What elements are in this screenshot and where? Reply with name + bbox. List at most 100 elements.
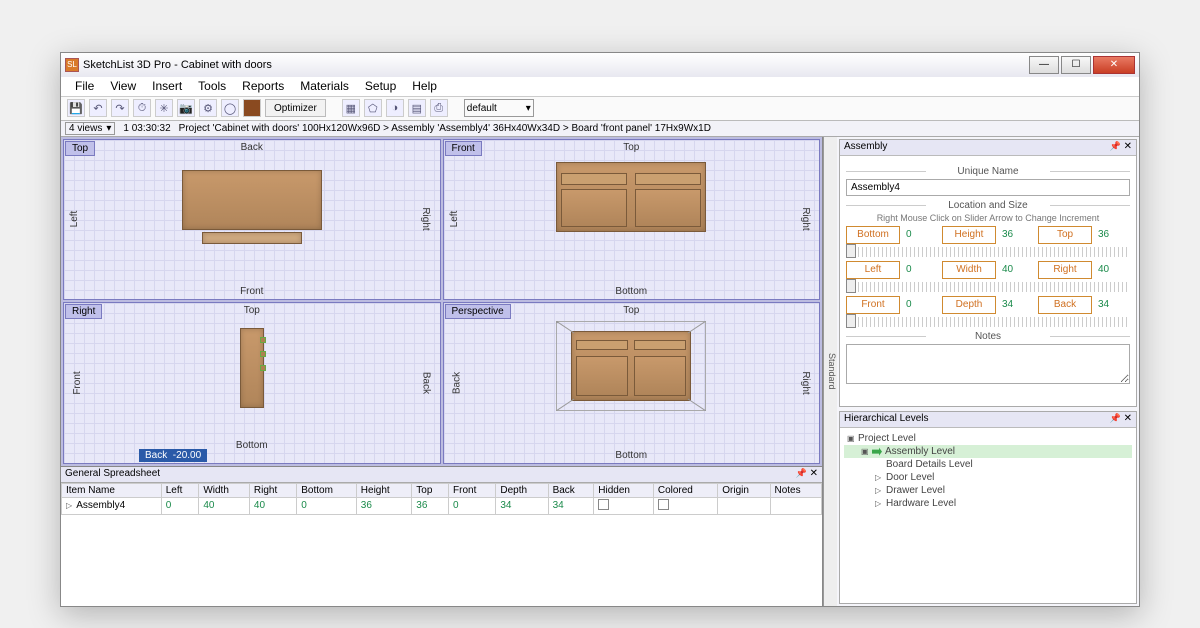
col-item-name[interactable]: Item Name bbox=[62, 483, 162, 497]
slider-hint: Right Mouse Click on Slider Arrow to Cha… bbox=[846, 213, 1130, 223]
tab-standard[interactable]: Standard bbox=[827, 141, 837, 602]
viewport-front[interactable]: Front Top Bottom Left Right bbox=[443, 139, 821, 301]
spreadsheet-title: General Spreadsheet bbox=[65, 468, 160, 481]
tree-item[interactable]: ▷Door Level bbox=[844, 471, 1132, 484]
dim-button[interactable]: Bottom bbox=[846, 226, 900, 244]
stopwatch-icon[interactable]: ⏱ bbox=[133, 99, 151, 117]
close-button[interactable]: ✕ bbox=[1093, 56, 1135, 74]
hier-panel-title: Hierarchical Levels bbox=[844, 413, 928, 426]
colored-checkbox[interactable] bbox=[658, 499, 669, 510]
tree-item[interactable]: ▷Drawer Level bbox=[844, 484, 1132, 497]
cylinder-icon[interactable]: ◑ bbox=[386, 99, 404, 117]
col-top[interactable]: Top bbox=[412, 483, 449, 497]
col-left[interactable]: Left bbox=[161, 483, 199, 497]
redo-icon[interactable]: ↷ bbox=[111, 99, 129, 117]
dim-button[interactable]: Back bbox=[1038, 296, 1092, 314]
axis-label-left: Front bbox=[72, 371, 83, 394]
menu-tools[interactable]: Tools bbox=[190, 77, 234, 95]
col-height[interactable]: Height bbox=[356, 483, 411, 497]
wood-icon[interactable] bbox=[243, 99, 261, 117]
cabinet-side-view bbox=[240, 328, 264, 408]
dim-value: 36 bbox=[1096, 229, 1130, 240]
col-depth[interactable]: Depth bbox=[496, 483, 548, 497]
axis-icon[interactable]: ✳ bbox=[155, 99, 173, 117]
axis-label-left: Back bbox=[451, 372, 462, 394]
col-bottom[interactable]: Bottom bbox=[297, 483, 357, 497]
hierarchy-tree[interactable]: ▣Project Level▣Assembly LevelBoard Detai… bbox=[840, 428, 1136, 514]
menu-insert[interactable]: Insert bbox=[144, 77, 190, 95]
unique-name-legend: Unique Name bbox=[846, 166, 1130, 177]
dim-slider[interactable] bbox=[846, 282, 1130, 292]
col-front[interactable]: Front bbox=[449, 483, 496, 497]
titlebar: SL SketchList 3D Pro - Cabinet with door… bbox=[61, 53, 1139, 77]
axis-label-top: Top bbox=[623, 305, 639, 316]
print-icon[interactable]: ⎙ bbox=[430, 99, 448, 117]
pin-icon[interactable]: 📌 bbox=[1110, 413, 1121, 423]
layer-icon[interactable]: ▤ bbox=[408, 99, 426, 117]
views-selector[interactable]: 4 views▾ bbox=[65, 122, 115, 135]
save-icon[interactable]: 💾 bbox=[67, 99, 85, 117]
menu-setup[interactable]: Setup bbox=[357, 77, 404, 95]
cube-icon[interactable]: ⬠ bbox=[364, 99, 382, 117]
menu-materials[interactable]: Materials bbox=[292, 77, 357, 95]
dim-button[interactable]: Height bbox=[942, 226, 996, 244]
undo-icon[interactable]: ↶ bbox=[89, 99, 107, 117]
col-width[interactable]: Width bbox=[199, 483, 250, 497]
notes-textarea[interactable] bbox=[846, 344, 1130, 384]
dim-button[interactable]: Width bbox=[942, 261, 996, 279]
tree-item[interactable]: ▣Assembly Level bbox=[844, 445, 1132, 458]
tree-item[interactable]: Board Details Level bbox=[844, 458, 1132, 471]
notes-legend: Notes bbox=[846, 331, 1130, 342]
minimize-button[interactable]: — bbox=[1029, 56, 1059, 74]
grid-icon[interactable]: ▦ bbox=[342, 99, 360, 117]
camera-icon[interactable]: 📷 bbox=[177, 99, 195, 117]
dim-slider[interactable] bbox=[846, 317, 1130, 327]
app-icon: SL bbox=[65, 58, 79, 72]
dim-button[interactable]: Right bbox=[1038, 261, 1092, 279]
col-origin[interactable]: Origin bbox=[718, 483, 770, 497]
menu-file[interactable]: File bbox=[67, 77, 102, 95]
viewport-top[interactable]: Top Back Front Left Right bbox=[63, 139, 441, 301]
dim-value: 34 bbox=[1096, 299, 1130, 310]
menu-reports[interactable]: Reports bbox=[234, 77, 292, 95]
viewport-right[interactable]: Right Top Bottom Front Back Back -20.00 bbox=[63, 302, 441, 464]
tree-item-label: Project Level bbox=[858, 433, 916, 444]
maximize-button[interactable]: ☐ bbox=[1061, 56, 1091, 74]
selection-readout: Back -20.00 bbox=[139, 449, 207, 462]
pin-icon[interactable]: 📌 bbox=[1110, 141, 1121, 151]
table-row[interactable]: ▷ Assembly4 0 40 40 0 36 36 0 34 34 bbox=[62, 497, 822, 514]
optimizer-button[interactable]: Optimizer bbox=[265, 99, 326, 117]
spreadsheet-panel: General Spreadsheet 📌 ✕ Item Name Left W… bbox=[61, 466, 822, 606]
dim-slider[interactable] bbox=[846, 247, 1130, 257]
col-colored[interactable]: Colored bbox=[653, 483, 717, 497]
cabinet-top-extra bbox=[202, 232, 302, 244]
gear-icon[interactable]: ⚙ bbox=[199, 99, 217, 117]
axis-label-left: Left bbox=[448, 211, 459, 228]
dim-button[interactable]: Depth bbox=[942, 296, 996, 314]
axis-label-bottom: Front bbox=[240, 286, 263, 297]
menu-view[interactable]: View bbox=[102, 77, 144, 95]
unique-name-input[interactable] bbox=[846, 179, 1130, 196]
col-hidden[interactable]: Hidden bbox=[594, 483, 654, 497]
tree-item[interactable]: ▷Hardware Level bbox=[844, 497, 1132, 510]
dim-button[interactable]: Left bbox=[846, 261, 900, 279]
tree-item[interactable]: ▣Project Level bbox=[844, 432, 1132, 445]
dim-button[interactable]: Top bbox=[1038, 226, 1092, 244]
panel-close-icon[interactable]: ✕ bbox=[1124, 141, 1132, 152]
col-back[interactable]: Back bbox=[548, 483, 594, 497]
style-selector[interactable]: default▾ bbox=[464, 99, 534, 117]
axis-label-bottom: Bottom bbox=[615, 286, 647, 297]
menu-help[interactable]: Help bbox=[404, 77, 445, 95]
axis-label-top: Top bbox=[623, 142, 639, 153]
dim-value: 34 bbox=[1000, 299, 1034, 310]
session-time: 1 03:30:32 bbox=[123, 123, 170, 134]
circle-icon[interactable]: ◯ bbox=[221, 99, 239, 117]
viewport-tag: Perspective bbox=[445, 304, 511, 319]
hidden-checkbox[interactable] bbox=[598, 499, 609, 510]
col-right[interactable]: Right bbox=[249, 483, 296, 497]
viewport-perspective[interactable]: Perspective Top Bottom Back Right bbox=[443, 302, 821, 464]
spreadsheet-table[interactable]: Item Name Left Width Right Bottom Height… bbox=[61, 483, 822, 515]
toolbar: 💾 ↶ ↷ ⏱ ✳ 📷 ⚙ ◯ Optimizer ▦ ⬠ ◑ ▤ ⎙ defa… bbox=[61, 97, 1139, 121]
panel-close-icon[interactable]: ✕ bbox=[1124, 413, 1132, 424]
dim-button[interactable]: Front bbox=[846, 296, 900, 314]
